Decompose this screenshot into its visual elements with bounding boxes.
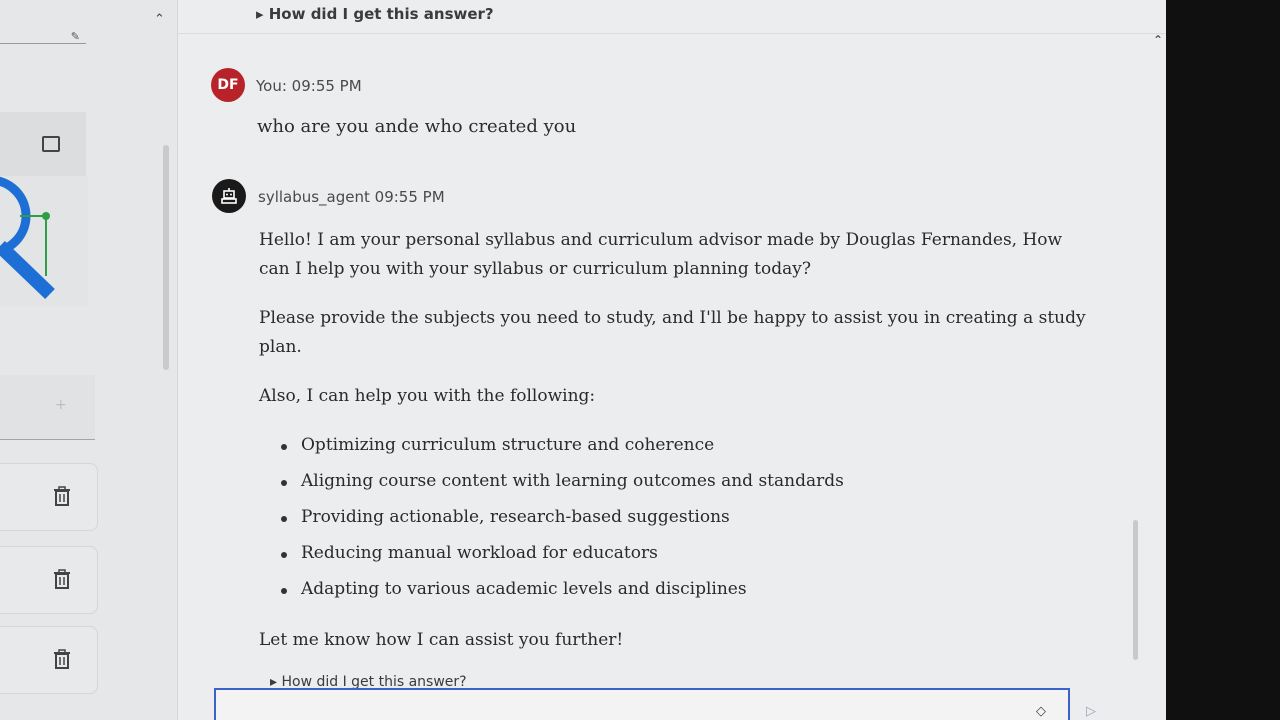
- robot-icon: [221, 188, 237, 204]
- eraser-icon[interactable]: ◇: [1036, 704, 1046, 719]
- user-avatar: DF: [211, 68, 245, 102]
- list-item: Reducing manual workload for educators: [281, 539, 1089, 568]
- trash-icon[interactable]: [53, 649, 71, 669]
- sidebar-image-button[interactable]: [0, 112, 86, 182]
- add-chat-button[interactable]: +: [0, 375, 95, 440]
- trash-icon[interactable]: [53, 569, 71, 589]
- send-icon[interactable]: ▷: [1086, 704, 1096, 719]
- list-item: Adapting to various academic levels and …: [281, 575, 1089, 604]
- user-message-text: who are you ande who created you: [257, 116, 577, 137]
- bot-message-body: Hello! I am your personal syllabus and c…: [259, 226, 1089, 675]
- bot-avatar: [212, 179, 246, 213]
- how-did-i-get-this-answer-link[interactable]: ▸ How did I get this answer?: [256, 5, 494, 23]
- bot-message-meta: syllabus_agent 09:55 PM: [258, 188, 445, 206]
- scroll-up-chevron-icon[interactable]: ⌃: [1153, 33, 1163, 47]
- user-message-meta: You: 09:55 PM: [256, 77, 362, 95]
- divider: [178, 33, 1166, 34]
- sidebar: ✎ ⌃ +: [0, 0, 178, 720]
- bot-paragraph: Please provide the subjects you need to …: [259, 308, 1086, 357]
- chat-history-item[interactable]: [0, 546, 98, 614]
- chat-history-item[interactable]: [0, 463, 98, 531]
- capability-list: Optimizing curriculum structure and cohe…: [281, 431, 1089, 604]
- message-input[interactable]: [214, 688, 1070, 720]
- bot-paragraph: Also, I can help you with the following:: [259, 386, 596, 406]
- app-screen: ✎ ⌃ + ▸ How did I get this answer? ⌃ DF …: [0, 0, 1166, 720]
- list-item: Aligning course content with learning ou…: [281, 467, 1089, 496]
- image-icon: [42, 136, 60, 152]
- monitor-bezel: [1166, 0, 1280, 720]
- sidebar-title-field[interactable]: ✎: [0, 8, 86, 44]
- bot-paragraph: Hello! I am your personal syllabus and c…: [259, 230, 1063, 279]
- chat-history-item[interactable]: [0, 626, 98, 694]
- sidebar-logo: [0, 176, 88, 306]
- list-item: Providing actionable, research-based sug…: [281, 503, 1089, 532]
- list-item: Optimizing curriculum structure and cohe…: [281, 431, 1089, 460]
- trash-icon[interactable]: [53, 486, 71, 506]
- chat-area: ▸ How did I get this answer? ⌃ DF You: 0…: [178, 0, 1166, 720]
- chat-scrollbar[interactable]: [1133, 520, 1138, 660]
- edit-icon[interactable]: ✎: [71, 30, 80, 43]
- collapse-chevron-up-icon[interactable]: ⌃: [154, 12, 165, 27]
- plus-icon: +: [55, 397, 67, 413]
- bot-closing: Let me know how I can assist you further…: [259, 630, 624, 650]
- sidebar-scrollbar[interactable]: [163, 145, 169, 370]
